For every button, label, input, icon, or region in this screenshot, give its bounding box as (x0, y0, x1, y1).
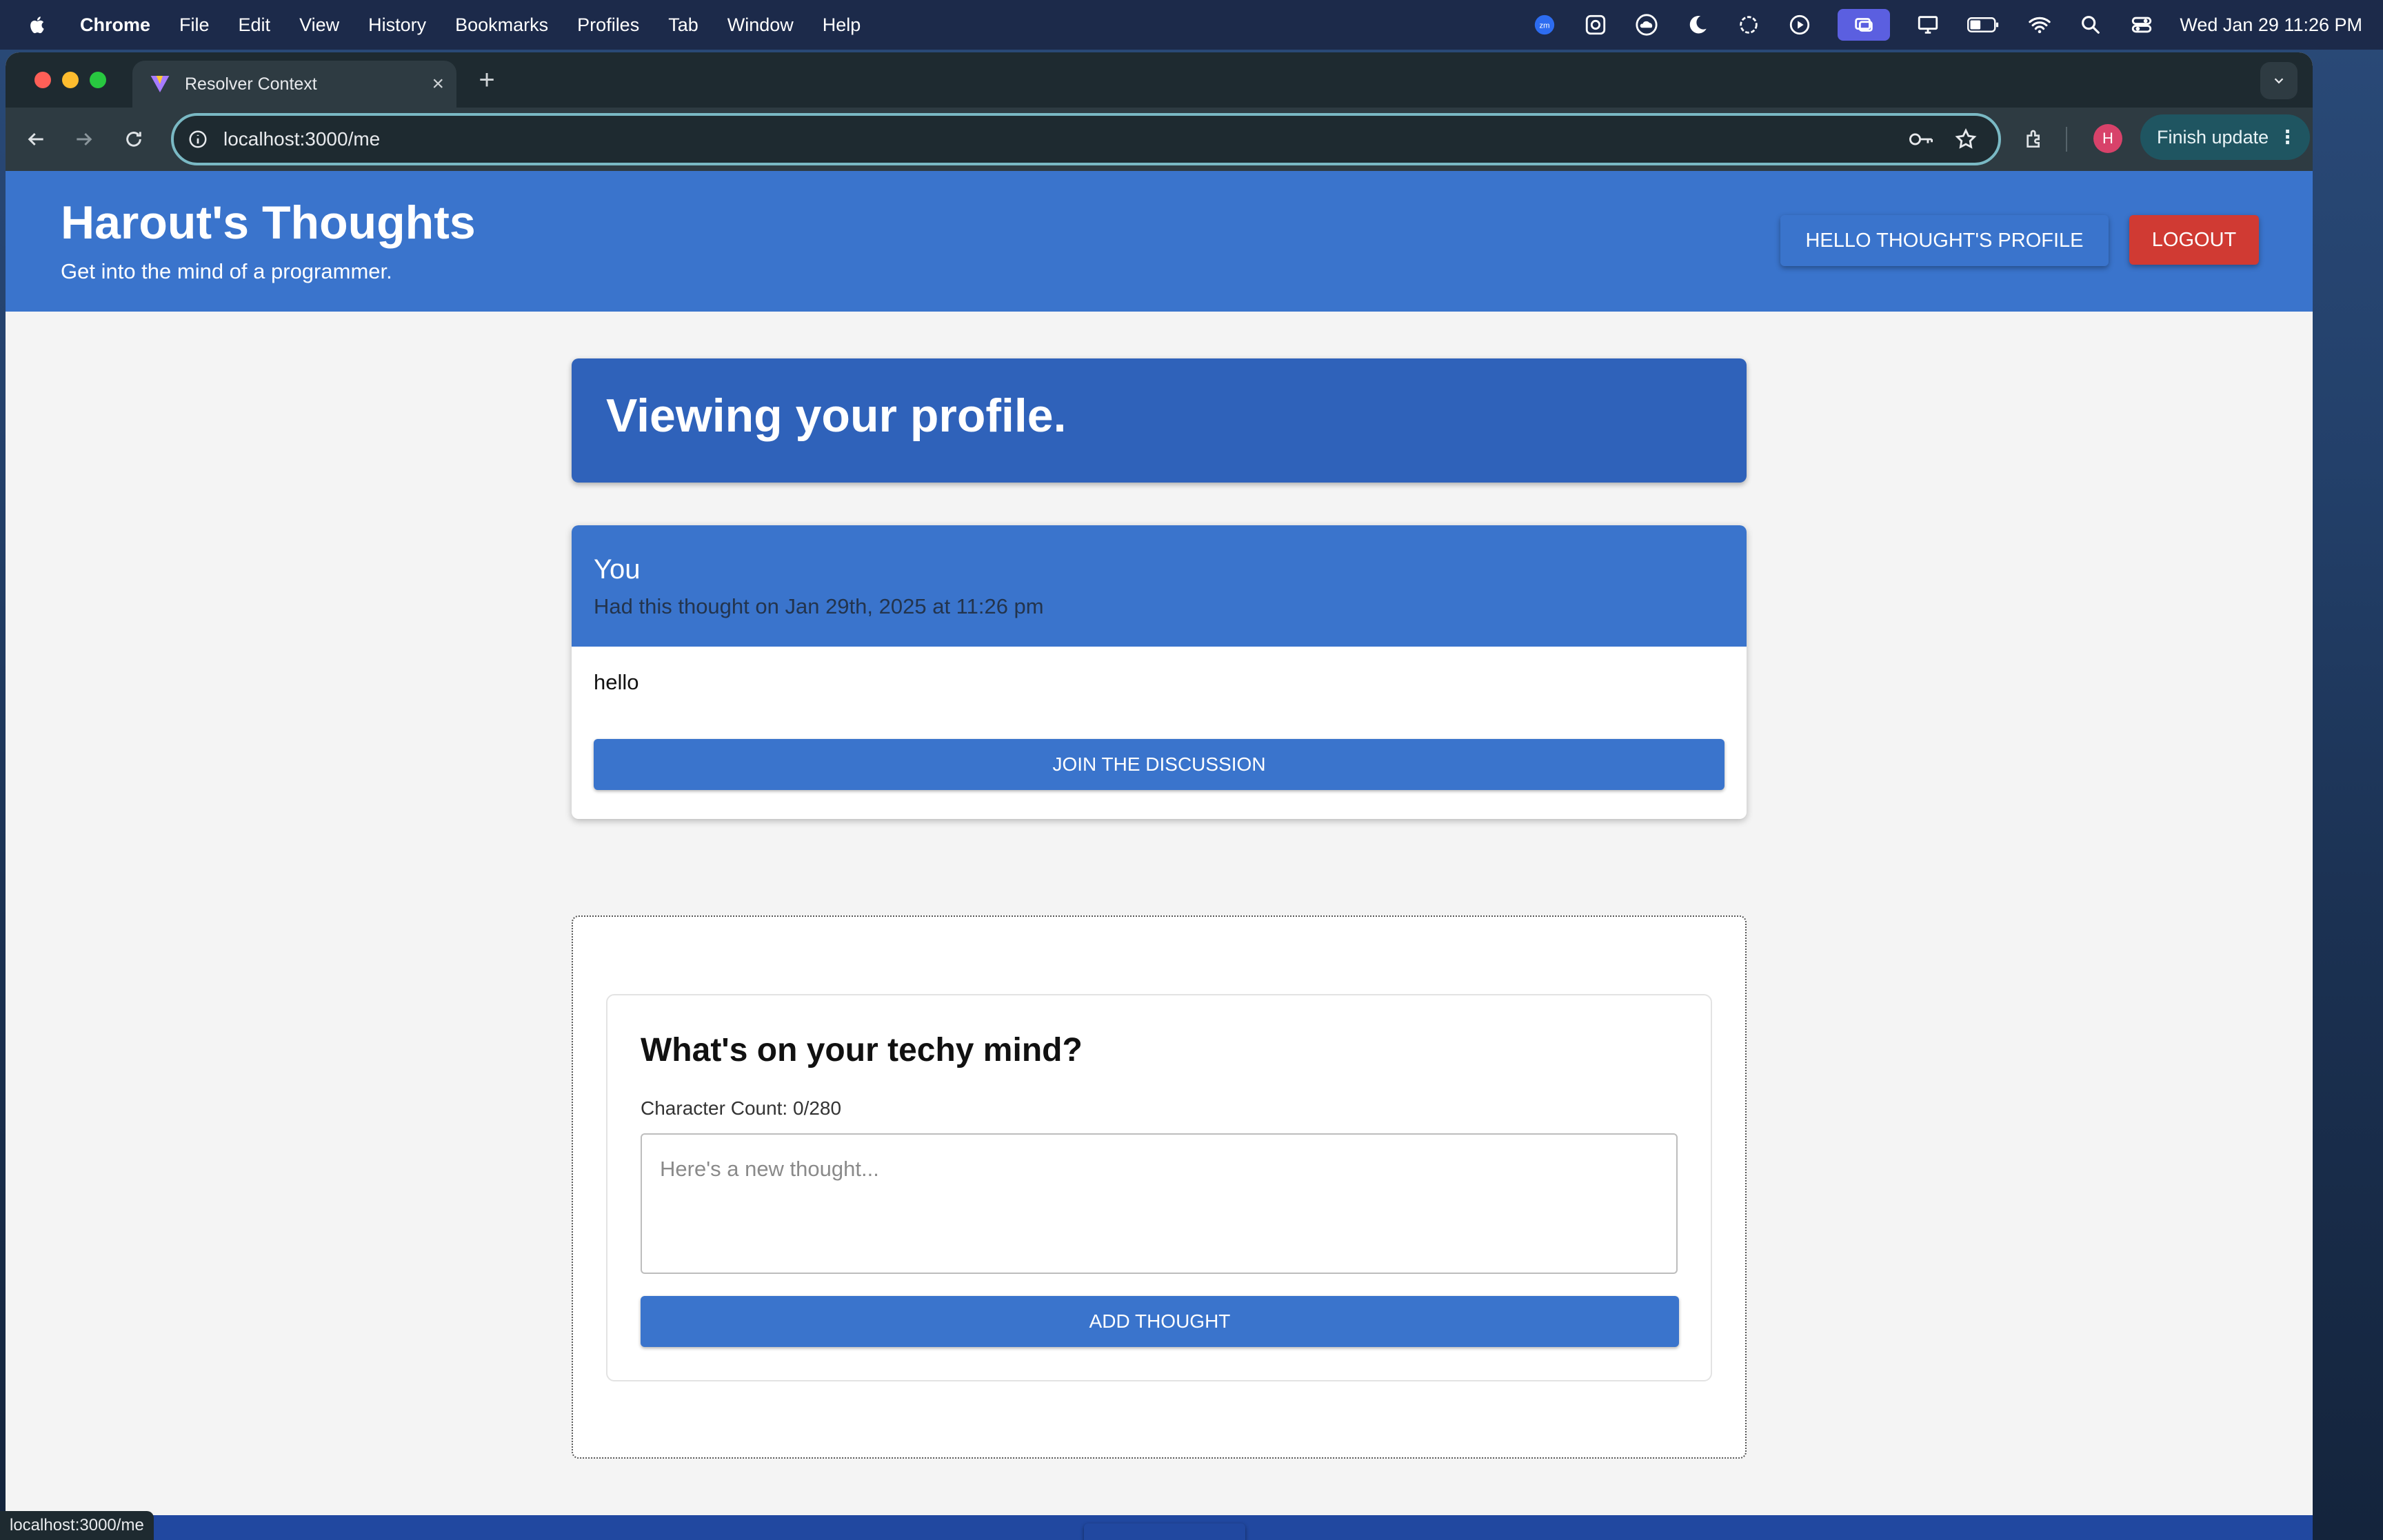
address-bar[interactable]: localhost:3000/me (171, 113, 2001, 165)
finish-update-label: Finish update (2157, 126, 2269, 148)
menu-edit[interactable]: Edit (239, 14, 271, 36)
menu-tab[interactable]: Tab (668, 14, 698, 36)
toolbar-divider (2066, 127, 2067, 152)
back-arrow-icon[interactable] (21, 124, 51, 154)
url-text[interactable]: localhost:3000/me (223, 128, 1907, 150)
profile-button[interactable]: HELLO THOUGHT'S PROFILE (1780, 215, 2109, 266)
forward-arrow-icon[interactable] (69, 124, 99, 154)
macos-menu-bar: Chrome File Edit View History Bookmarks … (0, 0, 2383, 50)
menu-file[interactable]: File (179, 14, 210, 36)
menubar-clock[interactable]: Wed Jan 29 11:26 PM (2180, 14, 2362, 36)
vite-favicon-icon (150, 76, 170, 92)
go-back-button[interactable]: ← GO BACK (1084, 1523, 1245, 1540)
web-page: Harout's Thoughts Get into the mind of a… (6, 171, 2313, 1540)
site-title[interactable]: Harout's Thoughts (61, 196, 476, 250)
bookmark-star-icon[interactable] (1954, 128, 1978, 151)
extensions-puzzle-icon[interactable] (2019, 124, 2049, 154)
site-tagline: Get into the mind of a programmer. (61, 259, 392, 283)
reload-icon[interactable] (119, 124, 149, 154)
thought-form-container: What's on your techy mind? Character Cou… (572, 915, 1747, 1459)
site-header: Harout's Thoughts Get into the mind of a… (6, 171, 2313, 312)
menu-bookmarks[interactable]: Bookmarks (455, 14, 548, 36)
window-maximize-button[interactable] (90, 72, 106, 88)
screenshot-icon[interactable] (1582, 12, 1609, 38)
menu-view[interactable]: View (299, 14, 339, 36)
tab-close-icon[interactable]: × (432, 72, 444, 96)
svg-text:zm: zm (1540, 21, 1550, 30)
spotlight-search-icon[interactable] (2078, 12, 2104, 38)
thought-form: What's on your techy mind? Character Cou… (606, 994, 1712, 1381)
add-thought-button[interactable]: ADD THOUGHT (641, 1296, 1679, 1347)
profile-banner: Viewing your profile. (572, 358, 1747, 483)
tab-search-chevron-down-icon[interactable] (2260, 62, 2297, 99)
menu-profiles[interactable]: Profiles (577, 14, 639, 36)
more-menu-icon[interactable]: ⋮ (2278, 127, 2297, 148)
apple-menu-icon[interactable] (28, 13, 48, 37)
window-close-button[interactable] (34, 72, 51, 88)
form-title: What's on your techy mind? (641, 1032, 1083, 1068)
moon-icon[interactable] (1685, 12, 1711, 38)
cloud-icon[interactable] (1633, 12, 1660, 38)
chatgpt-icon[interactable] (1736, 12, 1762, 38)
tab-resolver-context[interactable]: Resolver Context × (132, 61, 456, 108)
tab-title: Resolver Context (185, 74, 317, 94)
display-icon[interactable] (1915, 12, 1941, 38)
link-status-bubble: localhost:3000/me (0, 1511, 154, 1540)
join-discussion-button[interactable]: JOIN THE DISCUSSION (594, 739, 1725, 790)
site-footer: ← GO BACK (6, 1515, 2313, 1540)
banner-heading: Viewing your profile. (606, 389, 1067, 442)
control-center-icon[interactable] (2129, 12, 2155, 38)
chrome-profile-avatar[interactable]: H (2093, 124, 2122, 153)
screen-mirroring-icon[interactable] (1838, 9, 1891, 41)
menu-window[interactable]: Window (727, 14, 794, 36)
thought-author: You (594, 554, 641, 585)
thought-textarea[interactable] (641, 1133, 1678, 1274)
window-minimize-button[interactable] (62, 72, 79, 88)
zoom-icon[interactable]: zm (1531, 12, 1558, 38)
battery-icon[interactable] (1966, 12, 2002, 38)
thought-body: hello (594, 670, 639, 694)
thought-date: Had this thought on Jan 29th, 2025 at 11… (594, 594, 1044, 618)
site-info-icon[interactable] (188, 129, 208, 150)
new-tab-button[interactable]: + (472, 62, 502, 98)
thought-card-header: You Had this thought on Jan 29th, 2025 a… (572, 525, 1747, 647)
tab-strip: Resolver Context × + (6, 52, 2313, 108)
character-count: Character Count: 0/280 (641, 1097, 842, 1119)
password-key-icon[interactable] (1907, 128, 1935, 151)
browser-window: Resolver Context × + localhost:3000/me H… (6, 52, 2313, 1540)
thought-card: You Had this thought on Jan 29th, 2025 a… (572, 525, 1747, 819)
menu-help[interactable]: Help (823, 14, 861, 36)
menu-history[interactable]: History (368, 14, 426, 36)
menu-app-name[interactable]: Chrome (80, 14, 150, 36)
wifi-icon[interactable] (2027, 12, 2053, 38)
logout-button[interactable]: LOGOUT (2129, 215, 2259, 265)
play-icon[interactable] (1787, 12, 1813, 38)
finish-update-button[interactable]: Finish update ⋮ (2140, 114, 2310, 160)
